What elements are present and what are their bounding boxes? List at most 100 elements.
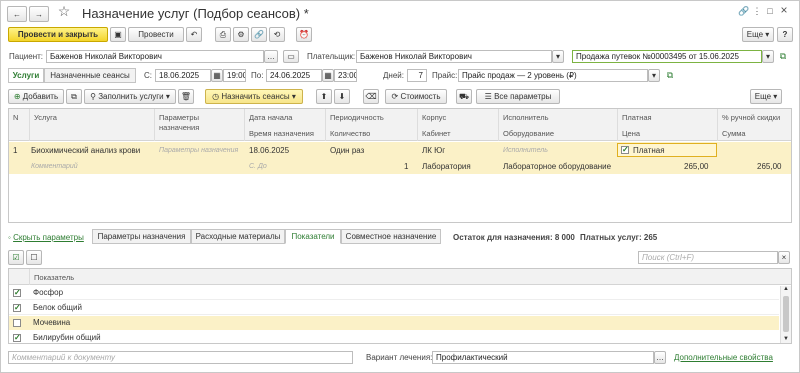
extra-properties-link[interactable]: Дополнительные свойства: [674, 353, 773, 363]
row-building[interactable]: ЛК Юг: [422, 146, 445, 156]
tab-indicators[interactable]: Показатели: [285, 229, 341, 244]
print-button[interactable]: ⎙: [215, 27, 231, 42]
more-button[interactable]: Еще ▾: [742, 27, 774, 42]
row-executor[interactable]: Исполнитель: [503, 146, 548, 156]
row-params[interactable]: Параметры назначения: [159, 146, 238, 156]
from-date-field[interactable]: 18.06.2025: [155, 69, 211, 82]
hide-params-link[interactable]: ◦ Скрыть параметры: [8, 233, 84, 243]
from-calendar-button[interactable]: ▦: [211, 69, 223, 82]
scrollbar[interactable]: ▲ ▼: [780, 286, 791, 343]
scroll-down-icon[interactable]: ▼: [783, 336, 789, 342]
delete-button[interactable]: 🗑: [178, 89, 194, 104]
attach-link-button[interactable]: 🔗: [251, 27, 267, 42]
row-room[interactable]: Лаборатория: [422, 162, 471, 172]
copy-button[interactable]: ⧉: [66, 89, 82, 104]
fill-services-button[interactable]: ⚲ Заполнить услуги ▾: [84, 89, 176, 104]
undo-post-button[interactable]: ↶: [186, 27, 202, 42]
close-icon[interactable]: ×: [778, 4, 790, 17]
move-up-button[interactable]: ⬆: [316, 89, 332, 104]
open-voucher-icon[interactable]: ⧉: [777, 50, 789, 63]
voucher-dropdown-button[interactable]: ▾: [762, 50, 774, 63]
move-down-button[interactable]: ⬇: [334, 89, 350, 104]
paid-checkbox[interactable]: ✓: [621, 146, 629, 154]
reminder-button[interactable]: ⏰: [296, 27, 312, 42]
row-time[interactable]: С. До: [249, 162, 267, 172]
voucher-field[interactable]: Продажа путевок №00003495 от 15.06.2025: [572, 50, 762, 63]
col-sum[interactable]: Сумма: [722, 129, 746, 139]
to-date-field[interactable]: 24.06.2025: [266, 69, 322, 82]
col-period[interactable]: Периодичность: [330, 113, 384, 123]
tab-services[interactable]: Услуги: [8, 68, 44, 83]
row-period[interactable]: Один раз: [330, 146, 364, 156]
price-list-field[interactable]: Прайс продаж — 2 уровень (₽): [458, 69, 648, 82]
to-time-field[interactable]: 23:00: [334, 69, 357, 82]
variant-field[interactable]: Профилактический: [432, 351, 654, 364]
table-row[interactable]: 1 Биохимический анализ крови Параметры н…: [9, 142, 791, 174]
table-more-button[interactable]: Еще ▾: [750, 89, 782, 104]
list-item[interactable]: Мочевина: [9, 316, 779, 330]
scroll-thumb[interactable]: [783, 296, 789, 332]
payer-field[interactable]: Баженов Николай Викторович: [356, 50, 552, 63]
tab-assigned-sessions[interactable]: Назначенные сеансы: [44, 68, 136, 83]
row-qty[interactable]: 1: [404, 162, 408, 172]
col-indicator[interactable]: Показатель: [34, 273, 74, 283]
forward-button[interactable]: →: [29, 6, 49, 22]
maximize-icon[interactable]: □: [764, 5, 776, 18]
col-equipment[interactable]: Оборудование: [503, 129, 554, 139]
more-icon[interactable]: ⋮: [752, 5, 762, 18]
row-start-date[interactable]: 18.06.2025: [249, 146, 289, 156]
clear-button[interactable]: ⌫: [363, 89, 379, 104]
supplies-button[interactable]: ⛟: [456, 89, 472, 104]
tab-assignment-params[interactable]: Параметры назначения: [92, 229, 191, 244]
indicator-checkbox[interactable]: [13, 319, 21, 327]
indicator-checkbox[interactable]: ✓: [13, 334, 21, 342]
row-service[interactable]: Биохимический анализ крови: [31, 146, 140, 156]
indicator-checkbox[interactable]: ✓: [13, 304, 21, 312]
row-equipment[interactable]: Лабораторное оборудование: [503, 162, 611, 172]
scroll-up-icon[interactable]: ▲: [783, 286, 789, 292]
col-service[interactable]: Услуга: [34, 113, 57, 123]
col-qty[interactable]: Количество: [330, 129, 370, 139]
history-button[interactable]: ⟲: [269, 27, 285, 42]
tab-joint-assignment[interactable]: Совместное назначение: [341, 229, 441, 244]
col-building[interactable]: Корпус: [422, 113, 446, 123]
price-dropdown-button[interactable]: ▾: [648, 69, 660, 82]
back-button[interactable]: ←: [7, 6, 27, 22]
list-item[interactable]: ✓ Белок общий: [9, 301, 779, 315]
tab-supplies[interactable]: Расходные материалы: [191, 229, 285, 244]
patient-select-button[interactable]: …: [264, 50, 278, 63]
post-and-close-button[interactable]: Провести и закрыть: [8, 27, 108, 42]
col-n[interactable]: N: [13, 113, 18, 123]
col-start-time[interactable]: Время назначения: [249, 129, 314, 139]
col-paid[interactable]: Платная: [622, 113, 652, 123]
check-all-button[interactable]: ☑: [8, 250, 24, 265]
assign-sessions-button[interactable]: ◷ Назначить сеансы ▾: [205, 89, 303, 104]
from-time-field[interactable]: 19:00: [223, 69, 246, 82]
row-comment[interactable]: Комментарий: [31, 162, 78, 172]
favorite-star-icon[interactable]: ☆: [57, 4, 71, 18]
search-input[interactable]: Поиск (Ctrl+F): [638, 251, 778, 264]
all-params-button[interactable]: ☰ Все параметры: [476, 89, 560, 104]
structure-button[interactable]: ⚙: [233, 27, 249, 42]
add-button[interactable]: ⊕ Добавить: [8, 89, 64, 104]
row-paid-cell[interactable]: ✓ Платная: [617, 143, 717, 157]
col-params[interactable]: Параметры назначения: [159, 113, 229, 133]
row-sum[interactable]: 265,00: [757, 162, 781, 172]
list-item[interactable]: ✓ Билирубин общий: [9, 331, 779, 343]
uncheck-all-button[interactable]: ☐: [26, 250, 42, 265]
patient-field[interactable]: Баженов Николай Викторович: [46, 50, 264, 63]
list-item[interactable]: ✓ Фосфор: [9, 286, 779, 300]
patient-card-button[interactable]: ▭: [283, 50, 299, 63]
variant-select-button[interactable]: …: [654, 351, 666, 364]
indicator-checkbox[interactable]: ✓: [13, 289, 21, 297]
link-icon[interactable]: 🔗: [738, 5, 750, 18]
save-button[interactable]: ▣: [110, 27, 126, 42]
to-calendar-button[interactable]: ▦: [322, 69, 334, 82]
post-button[interactable]: Провести: [128, 27, 184, 42]
col-manual-discount[interactable]: % ручной скидки: [722, 113, 780, 123]
cost-button[interactable]: ⟳ Стоимость: [385, 89, 447, 104]
open-price-icon[interactable]: ⧉: [664, 69, 676, 82]
col-executor[interactable]: Исполнитель: [503, 113, 548, 123]
help-button[interactable]: ?: [777, 27, 793, 42]
col-price[interactable]: Цена: [622, 129, 640, 139]
